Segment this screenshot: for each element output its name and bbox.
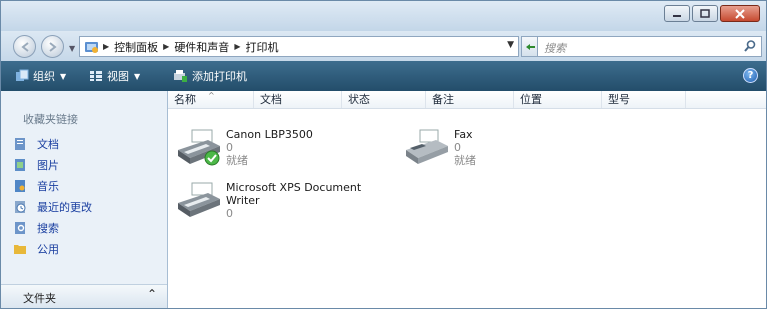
column-header-status[interactable]: 状态 xyxy=(342,91,426,108)
column-header-comments[interactable]: 备注 xyxy=(426,91,514,108)
sidebar-item-recent-changes[interactable]: 最近的更改 xyxy=(13,196,92,217)
address-bar-area: ▼ ▶ 控制面板 ▶ 硬件和声音 ▶ 打印机 ▼ 搜索 xyxy=(1,31,766,61)
chevron-up-icon: ⌃ xyxy=(146,287,157,301)
public-folder-icon xyxy=(13,242,29,256)
documents-icon xyxy=(13,137,29,151)
fax-icon xyxy=(402,128,454,170)
explorer-window: ▼ ▶ 控制面板 ▶ 硬件和声音 ▶ 打印机 ▼ 搜索 组织 ▼ 视图 ▼ 添加… xyxy=(0,0,767,309)
close-button[interactable] xyxy=(720,5,760,22)
column-header-location[interactable]: 位置 xyxy=(514,91,602,108)
breadcrumb-separator: ▶ xyxy=(163,42,170,51)
sidebar-item-documents[interactable]: 文档 xyxy=(13,133,92,154)
sidebar-item-label: 图片 xyxy=(37,158,59,172)
printer-icon xyxy=(174,181,226,223)
default-printer-check-icon xyxy=(204,150,220,166)
column-header-name[interactable]: 名称 ^ xyxy=(168,91,254,108)
music-icon xyxy=(13,179,29,193)
sidebar-item-pictures[interactable]: 图片 xyxy=(13,154,92,175)
maximize-icon xyxy=(700,9,710,18)
column-header-model[interactable]: 型号 xyxy=(602,91,686,108)
column-header-label: 文档 xyxy=(260,93,282,106)
printer-documents-count: 0 xyxy=(454,141,461,154)
sort-ascending-icon: ^ xyxy=(208,91,215,100)
address-dropdown-arrow[interactable]: ▼ xyxy=(507,40,514,50)
maximize-button[interactable] xyxy=(692,5,718,22)
navigation-pane: 收藏夹链接 文档 图片 音乐 最近的更改 搜索 公用 文件夹 ⌃ xyxy=(1,91,168,308)
column-header-label: 备注 xyxy=(432,93,454,106)
organize-menu[interactable]: 组织 ▼ xyxy=(15,68,66,84)
sidebar-item-label: 最近的更改 xyxy=(37,200,92,214)
favorite-links-list: 文档 图片 音乐 最近的更改 搜索 公用 xyxy=(13,133,92,259)
sidebar-item-label: 公用 xyxy=(37,242,59,256)
help-icon[interactable]: ? xyxy=(743,68,758,83)
recent-changes-icon xyxy=(13,200,29,214)
sidebar-item-music[interactable]: 音乐 xyxy=(13,175,92,196)
forward-button[interactable] xyxy=(41,35,64,58)
sidebar-item-label: 搜索 xyxy=(37,221,59,235)
printer-documents-count: 0 xyxy=(226,141,233,154)
forward-arrow-icon xyxy=(48,41,57,52)
organize-icon xyxy=(15,69,29,83)
control-panel-icon xyxy=(80,39,101,55)
column-header-label: 状态 xyxy=(348,93,370,106)
printer-item-xps-writer[interactable]: Microsoft XPS Document Writer 0 xyxy=(174,181,361,223)
column-header-label: 位置 xyxy=(520,93,542,106)
chevron-down-icon: ▼ xyxy=(134,71,141,81)
printer-item-fax[interactable]: Fax 0 就绪 xyxy=(402,128,476,170)
column-header-label: 名称 xyxy=(174,93,196,106)
command-bar: 组织 ▼ 视图 ▼ 添加打印机 ? xyxy=(1,61,766,91)
close-icon xyxy=(735,8,745,19)
folders-toggle[interactable]: 文件夹 ⌃ xyxy=(1,284,167,308)
breadcrumb-separator: ▶ xyxy=(234,42,241,51)
search-placeholder: 搜索 xyxy=(544,42,566,55)
breadcrumb-printers[interactable]: 打印机 xyxy=(242,39,281,55)
column-headers: 名称 ^ 文档 状态 备注 位置 型号 xyxy=(168,91,766,109)
views-label: 视图 xyxy=(107,70,129,83)
back-button[interactable] xyxy=(13,35,36,58)
back-arrow-icon xyxy=(20,41,29,52)
folders-label: 文件夹 xyxy=(23,292,56,305)
add-printer-icon xyxy=(172,69,188,83)
printer-icon xyxy=(174,128,226,170)
printer-name: Fax xyxy=(454,128,473,141)
searches-icon xyxy=(13,221,29,235)
address-bar[interactable]: ▶ 控制面板 ▶ 硬件和声音 ▶ 打印机 ▼ xyxy=(79,36,519,57)
column-header-documents[interactable]: 文档 xyxy=(254,91,342,108)
refresh-icon xyxy=(526,43,535,50)
views-icon xyxy=(89,70,103,82)
views-menu[interactable]: 视图 ▼ xyxy=(89,68,140,84)
printer-status: 就绪 xyxy=(454,154,476,167)
sidebar-item-label: 音乐 xyxy=(37,179,59,193)
minimize-button[interactable] xyxy=(664,5,690,22)
breadcrumb-separator: ▶ xyxy=(103,42,110,51)
organize-label: 组织 xyxy=(33,70,55,83)
recent-pages-dropdown[interactable]: ▼ xyxy=(69,44,75,53)
breadcrumb-control-panel[interactable]: 控制面板 xyxy=(111,39,161,55)
printer-item-canon[interactable]: Canon LBP3500 0 就绪 xyxy=(174,128,313,170)
search-icon[interactable] xyxy=(743,39,757,53)
column-header-label: 型号 xyxy=(608,93,630,106)
file-list: 名称 ^ 文档 状态 备注 位置 型号 Canon LBP3500 0 就绪 F… xyxy=(168,91,766,308)
printer-name: Canon LBP3500 xyxy=(226,128,313,141)
add-printer-button[interactable]: 添加打印机 xyxy=(172,68,247,84)
printer-documents-count: 0 xyxy=(226,207,233,220)
minimize-icon xyxy=(673,14,681,17)
sidebar-item-searches[interactable]: 搜索 xyxy=(13,217,92,238)
favorite-links-title: 收藏夹链接 xyxy=(23,113,78,126)
title-bar xyxy=(1,1,766,31)
printer-status: 就绪 xyxy=(226,154,248,167)
search-box[interactable]: 搜索 xyxy=(537,36,762,57)
pictures-icon xyxy=(13,158,29,172)
sidebar-item-public[interactable]: 公用 xyxy=(13,238,92,259)
breadcrumb-hardware-sound[interactable]: 硬件和声音 xyxy=(171,39,232,55)
printer-name-continued: Writer xyxy=(226,194,260,207)
chevron-down-icon: ▼ xyxy=(60,71,67,81)
sidebar-item-label: 文档 xyxy=(37,137,59,151)
printer-name: Microsoft XPS Document xyxy=(226,181,362,194)
add-printer-label: 添加打印机 xyxy=(192,70,247,83)
